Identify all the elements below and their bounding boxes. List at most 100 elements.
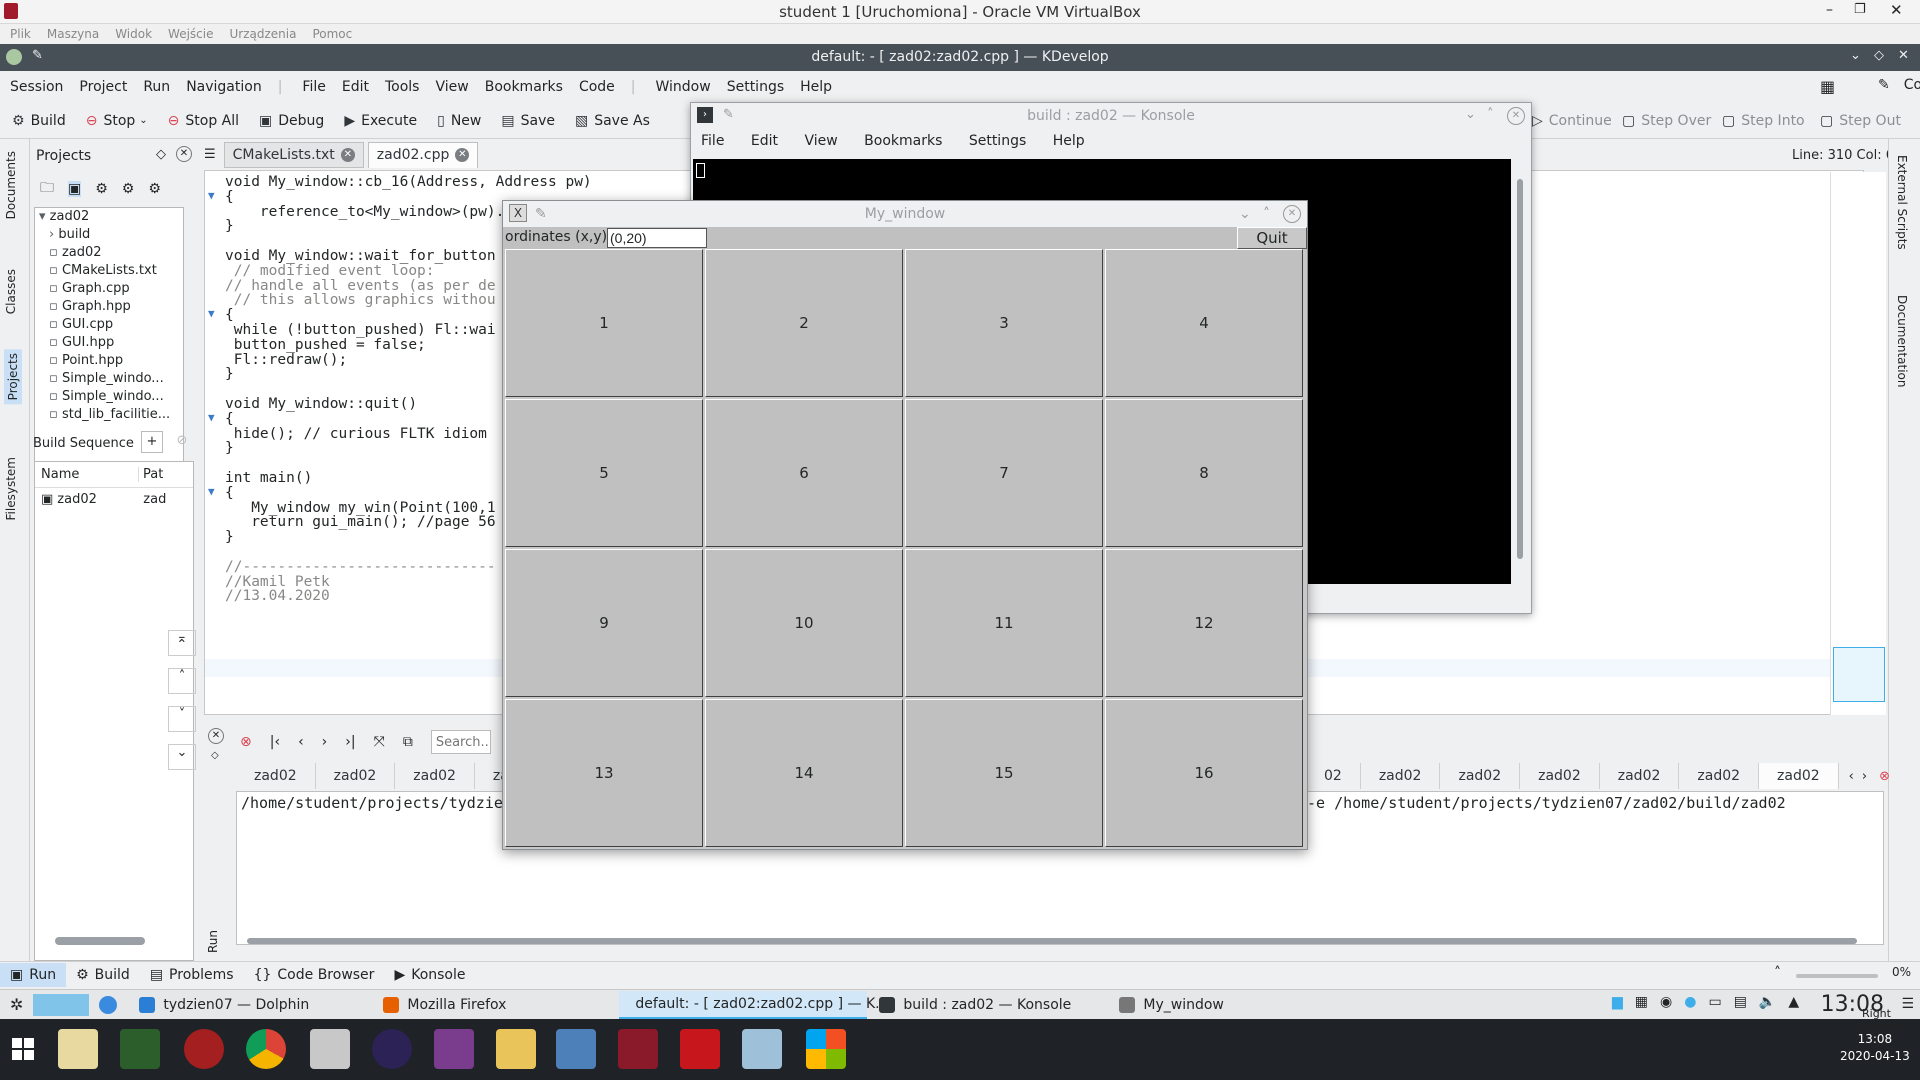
clipboard-tray-icon[interactable]: ▤ xyxy=(1734,994,1747,1010)
step-out-button[interactable]: ▢ Step Out xyxy=(1820,113,1901,129)
area-code-button[interactable]: ✎ Code xyxy=(1868,77,1920,93)
expand-up-icon[interactable]: ˄ xyxy=(1774,965,1781,981)
task-button[interactable]: default: - [ zad02:zad02.cpp ] — K... xyxy=(619,990,889,1019)
scroll-bottom-icon[interactable]: ⌄ xyxy=(168,744,196,770)
step-over-button[interactable]: ▢ Step Over xyxy=(1622,113,1711,129)
grid-button-14[interactable]: 14 xyxy=(705,699,903,847)
column-path[interactable]: Pat xyxy=(139,467,163,482)
build-button[interactable]: ⚙ Build xyxy=(12,113,66,129)
kdevelop-close-icon[interactable]: ✕ xyxy=(1898,48,1909,63)
host-date-time[interactable]: 13:08 2020-04-13 xyxy=(1840,1031,1910,1065)
host-menu-widok[interactable]: Widok xyxy=(115,27,152,41)
add-build-item-icon[interactable]: + xyxy=(141,431,163,453)
panel-float-icon[interactable]: ◇ xyxy=(156,147,166,162)
scroll-top-icon[interactable]: ⌅ xyxy=(168,630,196,656)
calculator-pin-icon[interactable] xyxy=(310,1029,350,1069)
debug-button[interactable]: ▣ Debug xyxy=(259,113,324,129)
menu-bookmarks[interactable]: Bookmarks xyxy=(485,79,563,95)
windows-start-icon[interactable] xyxy=(12,1038,34,1060)
grid-button-16[interactable]: 16 xyxy=(1105,699,1303,847)
grid-button-12[interactable]: 12 xyxy=(1105,549,1303,697)
menu-project[interactable]: Project xyxy=(79,79,127,95)
task-button[interactable]: My_window xyxy=(1111,991,1291,1019)
toolview-run[interactable]: ▣ Run xyxy=(0,962,67,987)
close-tab-icon[interactable]: ✕ xyxy=(340,147,355,162)
menu-window[interactable]: Window xyxy=(656,79,711,95)
fold-marker-icon[interactable]: ▼ xyxy=(208,485,215,498)
grid-button-15[interactable]: 15 xyxy=(905,699,1103,847)
task-button[interactable]: Mozilla Firefox xyxy=(375,991,615,1019)
grid-button-10[interactable]: 10 xyxy=(705,549,903,697)
tree-item[interactable]: ▫ Graph.cpp xyxy=(35,280,183,298)
folder-tray-icon[interactable]: ▆ xyxy=(1612,994,1623,1010)
konsole-scrollbar[interactable] xyxy=(1513,165,1527,585)
menu-navigation[interactable]: Navigation xyxy=(186,79,262,95)
run-tab[interactable]: zad02 xyxy=(1361,763,1441,789)
copy-icon[interactable]: ⧉ xyxy=(403,734,413,750)
menu-view[interactable]: View xyxy=(435,79,468,95)
stop-all-button[interactable]: ⊖ Stop All xyxy=(168,113,239,129)
grid-button-7[interactable]: 7 xyxy=(905,399,1103,547)
step-into-button[interactable]: ▢ Step Into xyxy=(1722,113,1805,129)
run-tab[interactable]: zad02 xyxy=(1440,763,1521,789)
menu-settings[interactable]: Settings xyxy=(727,79,784,95)
konsole-menu-help[interactable]: Help xyxy=(1053,133,1085,149)
host-menu-urzadzenia[interactable]: Urządzenia xyxy=(229,27,296,41)
remove-build-item-icon[interactable]: ⊘ xyxy=(171,431,193,453)
run-search-input[interactable] xyxy=(430,730,491,754)
area-switcher-icon[interactable]: ▦ xyxy=(1820,77,1835,96)
dock-tab-classes[interactable]: Classes xyxy=(4,269,18,314)
dock-tab-projects[interactable]: Projects xyxy=(4,349,22,405)
space-app-pin-icon[interactable] xyxy=(120,1029,160,1069)
last-item-icon[interactable]: ›| xyxy=(345,734,355,750)
chrome-pin-icon[interactable] xyxy=(246,1029,286,1069)
eclipse-pin-icon[interactable] xyxy=(372,1029,412,1069)
menu-help[interactable]: Help xyxy=(800,79,832,95)
tree-item[interactable]: ▫ Point.hpp xyxy=(35,352,183,370)
toolview-problems[interactable]: ▤ Problems xyxy=(140,963,244,987)
konsole-close-icon[interactable]: ✕ xyxy=(1507,107,1525,125)
tree-item[interactable]: ▫ CMakeLists.txt xyxy=(35,262,183,280)
grid-button-4[interactable]: 4 xyxy=(1105,249,1303,397)
chromium-launcher-icon[interactable] xyxy=(99,995,118,1014)
konsole-menu-settings[interactable]: Settings xyxy=(969,133,1026,149)
menu-file[interactable]: File xyxy=(302,79,325,95)
kdevelop-minimize-icon[interactable]: ⌄ xyxy=(1850,48,1861,63)
dock-tab-documentation[interactable]: Documentation xyxy=(1895,295,1909,388)
pin-icon[interactable]: ✎ xyxy=(535,201,547,227)
gpu-tweak-pin-icon[interactable] xyxy=(184,1029,224,1069)
dock-tab-documents[interactable]: Documents xyxy=(4,151,18,219)
collapse-icon[interactable]: ⤧ xyxy=(374,734,385,750)
save-button[interactable]: ▤ Save xyxy=(501,113,555,129)
application-launcher-icon[interactable]: ✲ xyxy=(10,995,23,1014)
build-selection-icon[interactable]: ⚙ xyxy=(122,181,135,197)
close-run-panel-icon[interactable]: ✕ xyxy=(208,728,224,744)
acrobat-pin-icon[interactable] xyxy=(680,1029,720,1069)
konsole-menu-bookmarks[interactable]: Bookmarks xyxy=(864,133,942,149)
host-restore-icon[interactable]: ❐ xyxy=(1854,2,1866,17)
host-close-icon[interactable]: ✕ xyxy=(1890,1,1903,19)
tab-cmakelists[interactable]: CMakeLists.txt ✕ xyxy=(223,141,364,168)
task-button[interactable]: build : zad02 — Konsole xyxy=(871,991,1107,1019)
my-window-maximize-icon[interactable]: ˄ xyxy=(1263,201,1270,227)
menu-code[interactable]: Code xyxy=(579,79,615,95)
host-menu-plik[interactable]: Plik xyxy=(10,27,31,41)
tree-item[interactable]: › build xyxy=(35,226,183,244)
run-tab[interactable]: zad02 xyxy=(316,763,396,789)
dock-tab-external-scripts[interactable]: External Scripts xyxy=(1895,155,1909,250)
configure-icon[interactable]: ⚙ xyxy=(95,181,108,197)
code-minimap[interactable] xyxy=(1830,172,1886,715)
stop-button[interactable]: ⊖ Stop ⌄ xyxy=(86,113,148,129)
grid-button-11[interactable]: 11 xyxy=(905,549,1103,697)
tab-scroll-left-icon[interactable]: ‹ xyxy=(1849,769,1854,784)
host-menu-pomoc[interactable]: Pomoc xyxy=(312,27,352,41)
host-menu-maszyna[interactable]: Maszyna xyxy=(47,27,99,41)
grid-button-6[interactable]: 6 xyxy=(705,399,903,547)
konsole-minimize-icon[interactable]: ⌄ xyxy=(1465,107,1476,122)
tree-item[interactable]: ▫ std_lib_facilitie... xyxy=(35,406,183,424)
konsole-menu-file[interactable]: File xyxy=(701,133,724,149)
tree-item[interactable]: ▾ zad02 xyxy=(35,208,183,226)
expand-tray-icon[interactable]: ▲ xyxy=(1788,994,1799,1010)
display-tray-icon[interactable]: ▭ xyxy=(1708,994,1721,1010)
horizontal-scrollbar[interactable] xyxy=(247,938,1857,944)
